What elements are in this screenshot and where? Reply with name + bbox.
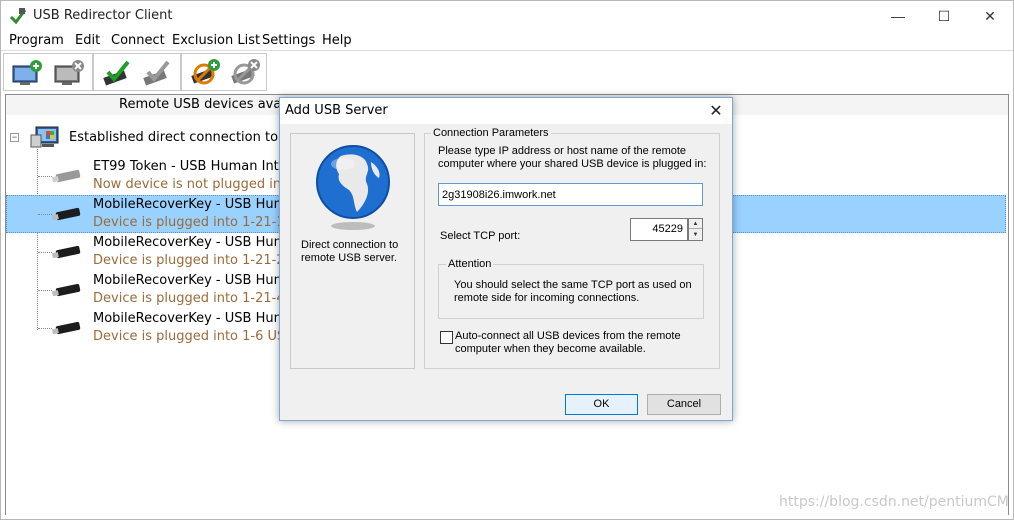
host-input[interactable] [438, 183, 703, 206]
title-bar[interactable]: USB Redirector Client — ☐ ✕ [1, 1, 1013, 31]
maximize-button[interactable]: ☐ [921, 1, 967, 31]
cancel-button[interactable]: Cancel [647, 394, 721, 415]
device-status: Device is plugged into 1-21-2 US [93, 253, 307, 268]
toolbar-group-device [93, 53, 181, 91]
menu-settings[interactable]: Settings [262, 33, 315, 48]
instructions-text: Please type IP address or host name of t… [438, 145, 707, 170]
toolbar-group-exclusion [181, 53, 267, 91]
connect-device-icon[interactable] [100, 58, 134, 88]
window-title: USB Redirector Client [33, 8, 173, 23]
menu-program[interactable]: Program [9, 33, 64, 48]
autoconnect-label[interactable]: Auto-connect all USB devices from the re… [455, 330, 705, 356]
toolbar-group-server [3, 53, 93, 91]
menu-help[interactable]: Help [322, 33, 352, 48]
dialog-close-button[interactable]: ✕ [704, 101, 728, 121]
add-server-icon[interactable] [10, 58, 44, 88]
menu-bar: Program Edit Connect Exclusion List Sett… [1, 31, 1013, 51]
connection-parameters-label: Connection Parameters [431, 127, 551, 139]
app-checkmark-icon [9, 8, 27, 25]
menu-exclusion-list[interactable]: Exclusion List [172, 33, 260, 48]
add-exclusion-icon[interactable] [188, 58, 222, 88]
device-name: MobileRecoverKey - USB Human [93, 273, 303, 288]
collapse-toggle[interactable]: − [10, 133, 19, 142]
server-computer-icon [30, 126, 59, 148]
tcp-port-input[interactable]: 45229 [630, 218, 688, 241]
disconnect-device-icon[interactable] [140, 58, 174, 88]
autoconnect-checkbox[interactable] [440, 331, 453, 344]
device-name: MobileRecoverKey - USB Human [93, 197, 303, 212]
add-usb-server-dialog: Add USB Server ✕ Direct connection to re… [279, 97, 733, 421]
watermark: https://blog.csdn.net/pentiumCM [779, 494, 1009, 510]
device-status: Device is plugged into 1-21-4 US [93, 291, 307, 306]
attention-label: Attention [446, 258, 494, 270]
usb-key-icon [51, 245, 81, 259]
dialog-title: Add USB Server [285, 103, 388, 118]
device-status: Now device is not plugged into [93, 177, 295, 192]
device-name: MobileRecoverKey - USB Human [93, 235, 303, 250]
dialog-left-caption: Direct connection to remote USB server. [301, 239, 399, 264]
minimize-button[interactable]: — [875, 1, 921, 31]
usb-key-icon [51, 207, 81, 221]
device-status: Device is plugged into 1-21-1 US [93, 215, 307, 230]
usb-key-icon [51, 321, 81, 335]
root-connection-label: Established direct connection to USB [69, 130, 309, 145]
dialog-left-panel: Direct connection to remote USB server. [290, 133, 415, 369]
device-status: Device is plugged into 1-6 USB p [93, 329, 307, 344]
device-name: ET99 Token - USB Human Interfa [93, 159, 305, 174]
spin-down-icon[interactable]: ▼ [689, 230, 702, 240]
menu-edit[interactable]: Edit [75, 33, 100, 48]
port-spinner: ▲ ▼ [688, 218, 703, 241]
menu-connect[interactable]: Connect [111, 33, 165, 48]
remove-exclusion-icon[interactable] [228, 58, 262, 88]
spin-up-icon[interactable]: ▲ [689, 219, 702, 229]
toolbar [1, 52, 1013, 92]
usb-key-icon [51, 169, 81, 183]
tab-label: Remote USB devices avail [119, 97, 289, 112]
dialog-title-bar[interactable]: Add USB Server ✕ [280, 98, 732, 124]
globe-icon [316, 145, 390, 230]
usb-key-icon [51, 283, 81, 297]
close-button[interactable]: ✕ [967, 1, 1013, 31]
device-name: MobileRecoverKey - USB Human [93, 311, 303, 326]
tcp-port-label: Select TCP port: [440, 230, 521, 242]
attention-text: You should select the same TCP port as u… [454, 279, 692, 304]
remove-server-icon[interactable] [52, 58, 86, 88]
ok-button[interactable]: OK [565, 394, 638, 415]
